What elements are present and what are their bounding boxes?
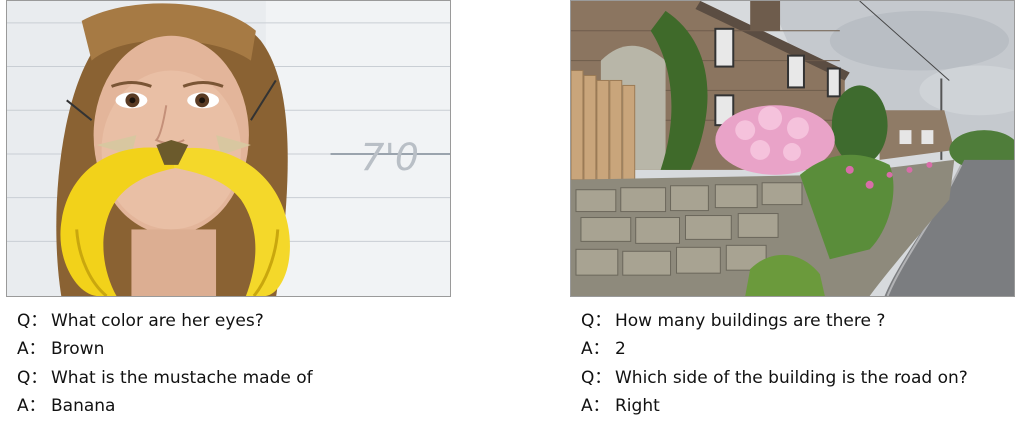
question-text: What color are her eyes? bbox=[51, 311, 264, 331]
left-panel: 7'0 Q： What color are her eyes? A： Brown… bbox=[6, 0, 451, 419]
question-line: Q： How many buildings are there ? bbox=[581, 306, 1016, 334]
answer-text: Banana bbox=[51, 395, 116, 416]
question-text: Which side of the building is the road o… bbox=[615, 367, 968, 388]
answer-text: Right bbox=[615, 395, 660, 416]
answer-prefix: A： bbox=[581, 395, 610, 416]
answer-prefix: A： bbox=[581, 339, 610, 360]
left-qa-block: Q： What color are her eyes? A： Brown Q： … bbox=[6, 306, 451, 419]
right-panel: Q： How many buildings are there ? A： 2 Q… bbox=[570, 0, 1016, 419]
woman-banana-photo: 7'0 bbox=[6, 0, 451, 297]
answer-text: 2 bbox=[615, 339, 626, 360]
question-line: Q： What color are her eyes? bbox=[17, 306, 451, 334]
answer-text: Brown bbox=[51, 339, 105, 360]
answer-line: A： 2 bbox=[581, 334, 1016, 362]
cottage-street-photo bbox=[570, 0, 1015, 297]
question-line: Q： What is the mustache made of bbox=[17, 363, 451, 391]
question-prefix: Q： bbox=[17, 311, 48, 331]
question-prefix: Q： bbox=[581, 367, 612, 388]
right-qa-block: Q： How many buildings are there ? A： 2 Q… bbox=[570, 306, 1016, 419]
question-line: Q： Which side of the building is the roa… bbox=[581, 363, 1016, 391]
answer-prefix: A： bbox=[17, 395, 46, 416]
wall-marking: 7'0 bbox=[360, 135, 419, 179]
question-text: What is the mustache made of bbox=[51, 367, 313, 388]
answer-line: A： Right bbox=[581, 391, 1016, 419]
answer-prefix: A： bbox=[17, 339, 46, 360]
question-prefix: Q： bbox=[581, 311, 612, 331]
question-prefix: Q： bbox=[17, 367, 48, 388]
answer-line: A： Banana bbox=[17, 391, 451, 419]
answer-line: A： Brown bbox=[17, 334, 451, 362]
question-text: How many buildings are there ? bbox=[615, 311, 886, 331]
